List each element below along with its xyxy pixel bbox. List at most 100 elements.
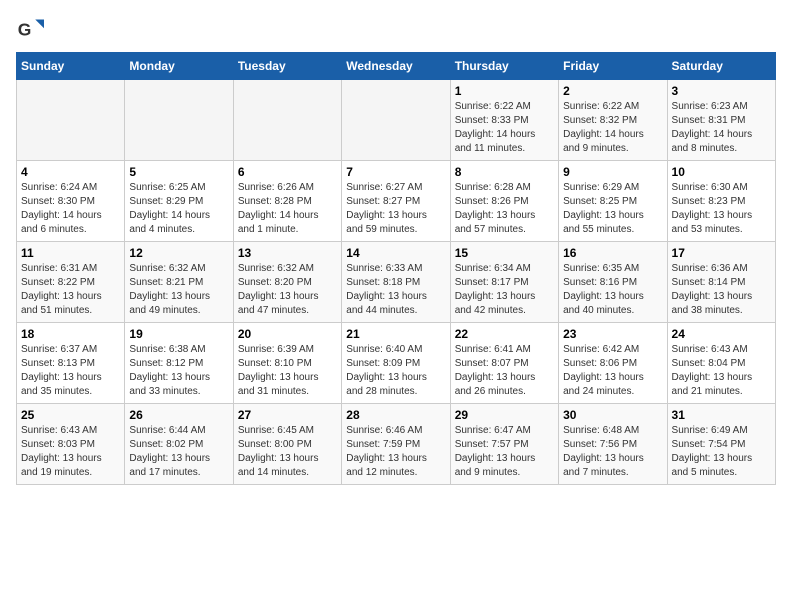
week-row-2: 11 Sunrise: 6:31 AM Sunset: 8:22 PM Dayli… xyxy=(17,242,776,323)
weekday-tuesday: Tuesday xyxy=(233,53,341,80)
day-number: 12 xyxy=(129,246,228,260)
calendar-cell: 3 Sunrise: 6:23 AM Sunset: 8:31 PM Daylig… xyxy=(667,80,775,161)
calendar-cell: 11 Sunrise: 6:31 AM Sunset: 8:22 PM Dayli… xyxy=(17,242,125,323)
day-info: Sunrise: 6:33 AM Sunset: 8:18 PM Dayligh… xyxy=(346,262,445,318)
day-number: 25 xyxy=(21,408,120,422)
day-number: 30 xyxy=(563,408,662,422)
calendar-cell: 13 Sunrise: 6:32 AM Sunset: 8:20 PM Dayli… xyxy=(233,242,341,323)
day-number: 9 xyxy=(563,165,662,179)
calendar-cell: 24 Sunrise: 6:43 AM Sunset: 8:04 PM Dayli… xyxy=(667,323,775,404)
day-number: 17 xyxy=(672,246,771,260)
weekday-sunday: Sunday xyxy=(17,53,125,80)
logo-icon: G xyxy=(16,16,44,44)
day-info: Sunrise: 6:49 AM Sunset: 7:54 PM Dayligh… xyxy=(672,424,771,480)
calendar-cell xyxy=(342,80,450,161)
day-info: Sunrise: 6:24 AM Sunset: 8:30 PM Dayligh… xyxy=(21,181,120,237)
day-number: 26 xyxy=(129,408,228,422)
day-info: Sunrise: 6:23 AM Sunset: 8:31 PM Dayligh… xyxy=(672,100,771,156)
day-number: 31 xyxy=(672,408,771,422)
day-number: 29 xyxy=(455,408,554,422)
day-number: 19 xyxy=(129,327,228,341)
day-number: 2 xyxy=(563,84,662,98)
day-info: Sunrise: 6:36 AM Sunset: 8:14 PM Dayligh… xyxy=(672,262,771,318)
day-number: 6 xyxy=(238,165,337,179)
day-number: 5 xyxy=(129,165,228,179)
day-info: Sunrise: 6:44 AM Sunset: 8:02 PM Dayligh… xyxy=(129,424,228,480)
day-number: 4 xyxy=(21,165,120,179)
day-info: Sunrise: 6:30 AM Sunset: 8:23 PM Dayligh… xyxy=(672,181,771,237)
calendar-cell: 8Sunrise: 6:28 AM Sunset: 8:26 PM Daylig… xyxy=(450,161,558,242)
day-info: Sunrise: 6:46 AM Sunset: 7:59 PM Dayligh… xyxy=(346,424,445,480)
week-row-3: 18 Sunrise: 6:37 AM Sunset: 8:13 PM Dayli… xyxy=(17,323,776,404)
day-info: Sunrise: 6:43 AM Sunset: 8:04 PM Dayligh… xyxy=(672,343,771,399)
calendar-cell: 4 Sunrise: 6:24 AM Sunset: 8:30 PM Daylig… xyxy=(17,161,125,242)
day-info: Sunrise: 6:45 AM Sunset: 8:00 PM Dayligh… xyxy=(238,424,337,480)
day-number: 1 xyxy=(455,84,554,98)
calendar-cell: 5 Sunrise: 6:25 AM Sunset: 8:29 PM Daylig… xyxy=(125,161,233,242)
day-info: Sunrise: 6:27 AM Sunset: 8:27 PM Dayligh… xyxy=(346,181,445,237)
week-row-4: 25 Sunrise: 6:43 AM Sunset: 8:03 PM Dayli… xyxy=(17,404,776,485)
logo: G xyxy=(16,16,48,44)
day-info: Sunrise: 6:31 AM Sunset: 8:22 PM Dayligh… xyxy=(21,262,120,318)
calendar-cell xyxy=(17,80,125,161)
calendar-cell: 27 Sunrise: 6:45 AM Sunset: 8:00 PM Dayli… xyxy=(233,404,341,485)
day-number: 18 xyxy=(21,327,120,341)
day-info: Sunrise: 6:42 AM Sunset: 8:06 PM Dayligh… xyxy=(563,343,662,399)
calendar-cell: 12 Sunrise: 6:32 AM Sunset: 8:21 PM Dayli… xyxy=(125,242,233,323)
day-number: 15 xyxy=(455,246,554,260)
calendar-cell: 9 Sunrise: 6:29 AM Sunset: 8:25 PM Daylig… xyxy=(559,161,667,242)
day-info: Sunrise: 6:48 AM Sunset: 7:56 PM Dayligh… xyxy=(563,424,662,480)
day-number: 14 xyxy=(346,246,445,260)
weekday-friday: Friday xyxy=(559,53,667,80)
calendar-cell: 28 Sunrise: 6:46 AM Sunset: 7:59 PM Dayli… xyxy=(342,404,450,485)
day-number: 23 xyxy=(563,327,662,341)
day-number: 10 xyxy=(672,165,771,179)
day-info: Sunrise: 6:37 AM Sunset: 8:13 PM Dayligh… xyxy=(21,343,120,399)
calendar-cell: 22Sunrise: 6:41 AM Sunset: 8:07 PM Dayli… xyxy=(450,323,558,404)
day-number: 16 xyxy=(563,246,662,260)
calendar-cell: 23 Sunrise: 6:42 AM Sunset: 8:06 PM Dayli… xyxy=(559,323,667,404)
calendar-cell: 26 Sunrise: 6:44 AM Sunset: 8:02 PM Dayli… xyxy=(125,404,233,485)
day-info: Sunrise: 6:47 AM Sunset: 7:57 PM Dayligh… xyxy=(455,424,554,480)
calendar-cell xyxy=(125,80,233,161)
day-info: Sunrise: 6:39 AM Sunset: 8:10 PM Dayligh… xyxy=(238,343,337,399)
day-info: Sunrise: 6:32 AM Sunset: 8:20 PM Dayligh… xyxy=(238,262,337,318)
day-info: Sunrise: 6:26 AM Sunset: 8:28 PM Dayligh… xyxy=(238,181,337,237)
weekday-thursday: Thursday xyxy=(450,53,558,80)
week-row-0: 1 Sunrise: 6:22 AM Sunset: 8:33 PM Daylig… xyxy=(17,80,776,161)
calendar-cell: 14 Sunrise: 6:33 AM Sunset: 8:18 PM Dayli… xyxy=(342,242,450,323)
weekday-wednesday: Wednesday xyxy=(342,53,450,80)
day-info: Sunrise: 6:29 AM Sunset: 8:25 PM Dayligh… xyxy=(563,181,662,237)
calendar-cell xyxy=(233,80,341,161)
calendar-cell: 29 Sunrise: 6:47 AM Sunset: 7:57 PM Dayli… xyxy=(450,404,558,485)
day-number: 8 xyxy=(455,165,554,179)
day-info: Sunrise: 6:41 AM Sunset: 8:07 PM Dayligh… xyxy=(455,343,554,399)
weekday-monday: Monday xyxy=(125,53,233,80)
day-info: Sunrise: 6:38 AM Sunset: 8:12 PM Dayligh… xyxy=(129,343,228,399)
day-number: 11 xyxy=(21,246,120,260)
weekday-row: SundayMondayTuesdayWednesdayThursdayFrid… xyxy=(17,53,776,80)
day-number: 3 xyxy=(672,84,771,98)
calendar-cell: 2 Sunrise: 6:22 AM Sunset: 8:32 PM Daylig… xyxy=(559,80,667,161)
day-number: 7 xyxy=(346,165,445,179)
day-info: Sunrise: 6:43 AM Sunset: 8:03 PM Dayligh… xyxy=(21,424,120,480)
weekday-saturday: Saturday xyxy=(667,53,775,80)
day-number: 21 xyxy=(346,327,445,341)
day-number: 13 xyxy=(238,246,337,260)
calendar-cell: 20 Sunrise: 6:39 AM Sunset: 8:10 PM Dayli… xyxy=(233,323,341,404)
calendar-cell: 21 Sunrise: 6:40 AM Sunset: 8:09 PM Dayli… xyxy=(342,323,450,404)
calendar-cell: 19 Sunrise: 6:38 AM Sunset: 8:12 PM Dayli… xyxy=(125,323,233,404)
day-info: Sunrise: 6:32 AM Sunset: 8:21 PM Dayligh… xyxy=(129,262,228,318)
day-number: 24 xyxy=(672,327,771,341)
calendar-header: SundayMondayTuesdayWednesdayThursdayFrid… xyxy=(17,53,776,80)
day-number: 27 xyxy=(238,408,337,422)
calendar-cell: 25 Sunrise: 6:43 AM Sunset: 8:03 PM Dayli… xyxy=(17,404,125,485)
day-info: Sunrise: 6:22 AM Sunset: 8:32 PM Dayligh… xyxy=(563,100,662,156)
day-number: 28 xyxy=(346,408,445,422)
day-info: Sunrise: 6:22 AM Sunset: 8:33 PM Dayligh… xyxy=(455,100,554,156)
calendar-cell: 7 Sunrise: 6:27 AM Sunset: 8:27 PM Daylig… xyxy=(342,161,450,242)
day-info: Sunrise: 6:40 AM Sunset: 8:09 PM Dayligh… xyxy=(346,343,445,399)
day-number: 20 xyxy=(238,327,337,341)
day-info: Sunrise: 6:25 AM Sunset: 8:29 PM Dayligh… xyxy=(129,181,228,237)
day-info: Sunrise: 6:35 AM Sunset: 8:16 PM Dayligh… xyxy=(563,262,662,318)
